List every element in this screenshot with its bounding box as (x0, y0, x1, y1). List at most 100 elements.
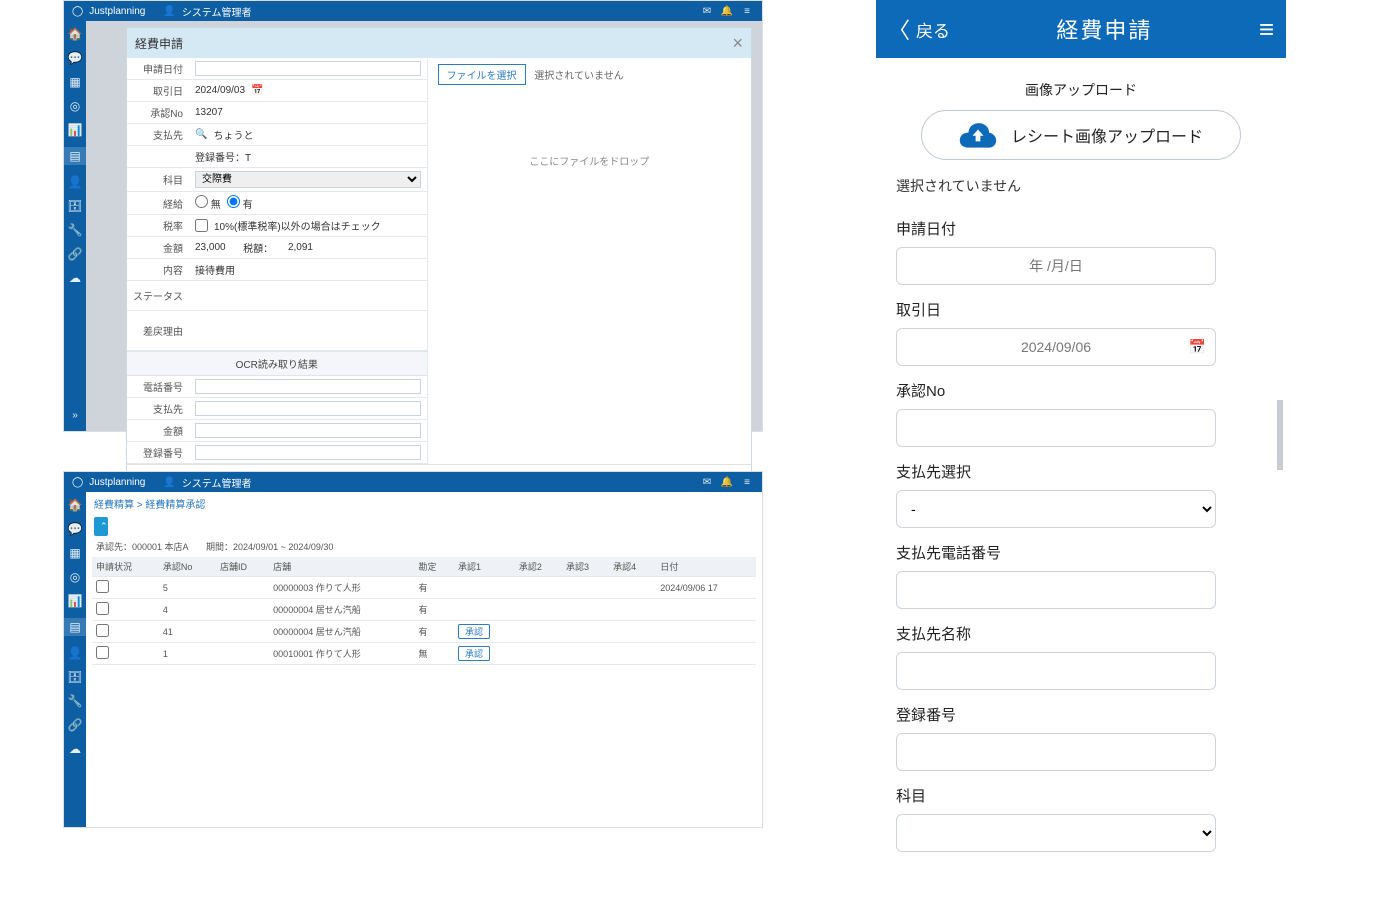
nav-link-icon[interactable]: 🔗 (68, 718, 83, 732)
nav-db-icon[interactable]: 🗄 (67, 199, 82, 213)
upload-section-title: 画像アップロード (896, 80, 1266, 100)
calendar-icon[interactable]: 📅 (251, 85, 263, 96)
nav-doc-icon[interactable]: ▤ (64, 147, 86, 165)
table-row[interactable]: 100010001 作りて人形無承認 (92, 643, 756, 665)
payee-select[interactable]: - (896, 490, 1216, 528)
amount-value: 23,000 (195, 242, 226, 253)
upload-label: レシート画像アップロード (1011, 123, 1203, 147)
approval-table: 申請状況 承認No 店舗ID 店舗 勘定 承認1 承認2 承認3 承認4 日付 … (92, 557, 756, 665)
lbl-rate: 税率 (127, 215, 189, 236)
desktop-screenshot-2: ◯ Justplanning 👤 システム管理者 ✉ 🔔 ≡ 🏠 💬 ▦ ◎ 📊… (63, 471, 763, 828)
upload-button[interactable]: レシート画像アップロード (921, 110, 1241, 160)
ocr-tel[interactable] (195, 379, 421, 394)
regno-value: 登録番号：T (189, 146, 427, 167)
collapse-toggle-icon[interactable]: ⌃ (94, 517, 108, 536)
modal-title: 経費申請 (135, 35, 183, 52)
nav-db-icon[interactable]: 🗄 (67, 670, 82, 684)
tax-without[interactable]: 無 (195, 195, 221, 211)
txn-date-input[interactable] (896, 328, 1216, 366)
mobile-screenshot: 〈 戻る 経費申請 ≡ 画像アップロード レシート画像アップロード 選択されてい… (876, 0, 1286, 898)
nav-collapse-icon[interactable]: » (72, 410, 78, 421)
rate-text: 10%(標準税率)以外の場合はチェック (214, 218, 381, 233)
rate-checkbox[interactable] (195, 219, 208, 232)
nav-cloud-icon[interactable]: ☁ (69, 742, 81, 756)
nav-target-icon[interactable]: ◎ (70, 99, 80, 113)
ocr-amount[interactable] (195, 423, 421, 438)
table-row[interactable]: 4100000004 居せん汽船有承認 (92, 621, 756, 643)
lbl-payee-name: 支払先名称 (896, 623, 1266, 644)
file-pick-button[interactable]: ファイルを選択 (438, 64, 526, 85)
lbl-regno: 登録番号 (896, 704, 1266, 725)
lbl-approval: 承認No (127, 102, 189, 123)
payee-value: ちょうと (213, 127, 253, 142)
table-row[interactable]: 400000004 居せん汽船有 (92, 599, 756, 621)
ocr-payee[interactable] (195, 401, 421, 416)
nav-cloud-icon[interactable]: ☁ (69, 271, 81, 285)
row-checkbox[interactable] (96, 646, 109, 659)
row-checkbox[interactable] (96, 624, 109, 637)
nav-dash-icon[interactable]: ▦ (69, 546, 80, 560)
menu-icon[interactable]: ≡ (740, 6, 754, 17)
mail-icon[interactable]: ✉ (700, 6, 714, 17)
expense-modal: 経費申請 × 申請日付 取引日2024/09/03📅 承認No13207 支払先… (126, 27, 752, 508)
nav-home-icon[interactable]: 🏠 (68, 27, 83, 41)
lbl-apply-date: 申請日付 (896, 218, 1266, 239)
lbl-payee-tel: 支払先電話番号 (896, 542, 1266, 563)
payee-name-input[interactable] (896, 652, 1216, 690)
mail-icon[interactable]: ✉ (700, 477, 714, 488)
nav-chart-icon[interactable]: 📊 (68, 123, 83, 137)
lbl-apply-date: 申請日付 (127, 58, 189, 79)
bell-icon[interactable]: 🔔 (720, 6, 734, 17)
mobile-header: 〈 戻る 経費申請 ≡ (876, 0, 1286, 58)
apply-date-input[interactable] (195, 61, 421, 76)
divider-handle-icon[interactable] (1277, 400, 1283, 470)
brand-text: Justplanning (89, 6, 145, 17)
lbl-reject: 差戻理由 (127, 320, 189, 341)
file-dropzone[interactable]: ここにファイルをドロップ (438, 85, 741, 235)
lbl-tax: 経給 (127, 193, 189, 214)
content-area: 新規登録 ステータス 登録 経費申請 × 申請日付 取引日2024/09/03📅… (86, 21, 762, 431)
apply-date-input[interactable] (896, 247, 1216, 285)
nav-user-icon[interactable]: 👤 (68, 646, 83, 660)
side-rail-2: 🏠 💬 ▦ ◎ 📊 ▤ 👤 🗄 🔧 🔗 ☁ (64, 492, 86, 827)
table-row[interactable]: 500000003 作りて人形有2024/09/06 17 (92, 577, 756, 599)
chevron-left-icon: 〈 (888, 13, 910, 45)
ocr-regno[interactable] (195, 445, 421, 460)
hamburger-icon[interactable]: ≡ (1259, 14, 1274, 45)
menu-icon[interactable]: ≡ (740, 477, 754, 488)
subject-select[interactable]: 交際費 (195, 171, 421, 188)
nav-wrench-icon[interactable]: 🔧 (68, 694, 83, 708)
nav-chat-icon[interactable]: 💬 (68, 51, 83, 65)
not-selected-text: 選択されていません (896, 176, 1266, 196)
cloud-upload-icon (959, 121, 997, 149)
app-topbar-2: ◯ Justplanning 👤 システム管理者 ✉ 🔔 ≡ (64, 472, 762, 492)
regno-input[interactable] (896, 733, 1216, 771)
back-button[interactable]: 〈 戻る (888, 13, 950, 45)
nav-dash-icon[interactable]: ▦ (69, 75, 80, 89)
row-checkbox[interactable] (96, 580, 109, 593)
file-none-text: 選択されていません (534, 71, 623, 82)
row-checkbox[interactable] (96, 602, 109, 615)
content-value: 接待費用 (189, 259, 427, 280)
ocr-header: OCR読み取り結果 (127, 351, 427, 376)
lbl-approval: 承認No (896, 380, 1266, 401)
nav-doc-icon[interactable]: ▤ (64, 618, 86, 636)
lbl-subject: 科目 (896, 785, 1266, 806)
close-icon[interactable]: × (732, 34, 743, 52)
nav-chat-icon[interactable]: 💬 (68, 522, 83, 536)
tax-with[interactable]: 有 (227, 195, 253, 211)
bell-icon[interactable]: 🔔 (720, 477, 734, 488)
nav-target-icon[interactable]: ◎ (70, 570, 80, 584)
lbl-subject: 科目 (127, 169, 189, 190)
app-topbar: ◯ Justplanning 👤 システム管理者 ✉ 🔔 ≡ (64, 1, 762, 21)
nav-chart-icon[interactable]: 📊 (68, 594, 83, 608)
subject-select[interactable] (896, 814, 1216, 852)
nav-home-icon[interactable]: 🏠 (68, 498, 83, 512)
nav-wrench-icon[interactable]: 🔧 (68, 223, 83, 237)
lbl-content: 内容 (127, 259, 189, 280)
approval-input[interactable] (896, 409, 1216, 447)
search-icon[interactable]: 🔍 (195, 129, 207, 140)
payee-tel-input[interactable] (896, 571, 1216, 609)
nav-user-icon[interactable]: 👤 (68, 175, 83, 189)
nav-link-icon[interactable]: 🔗 (68, 247, 83, 261)
